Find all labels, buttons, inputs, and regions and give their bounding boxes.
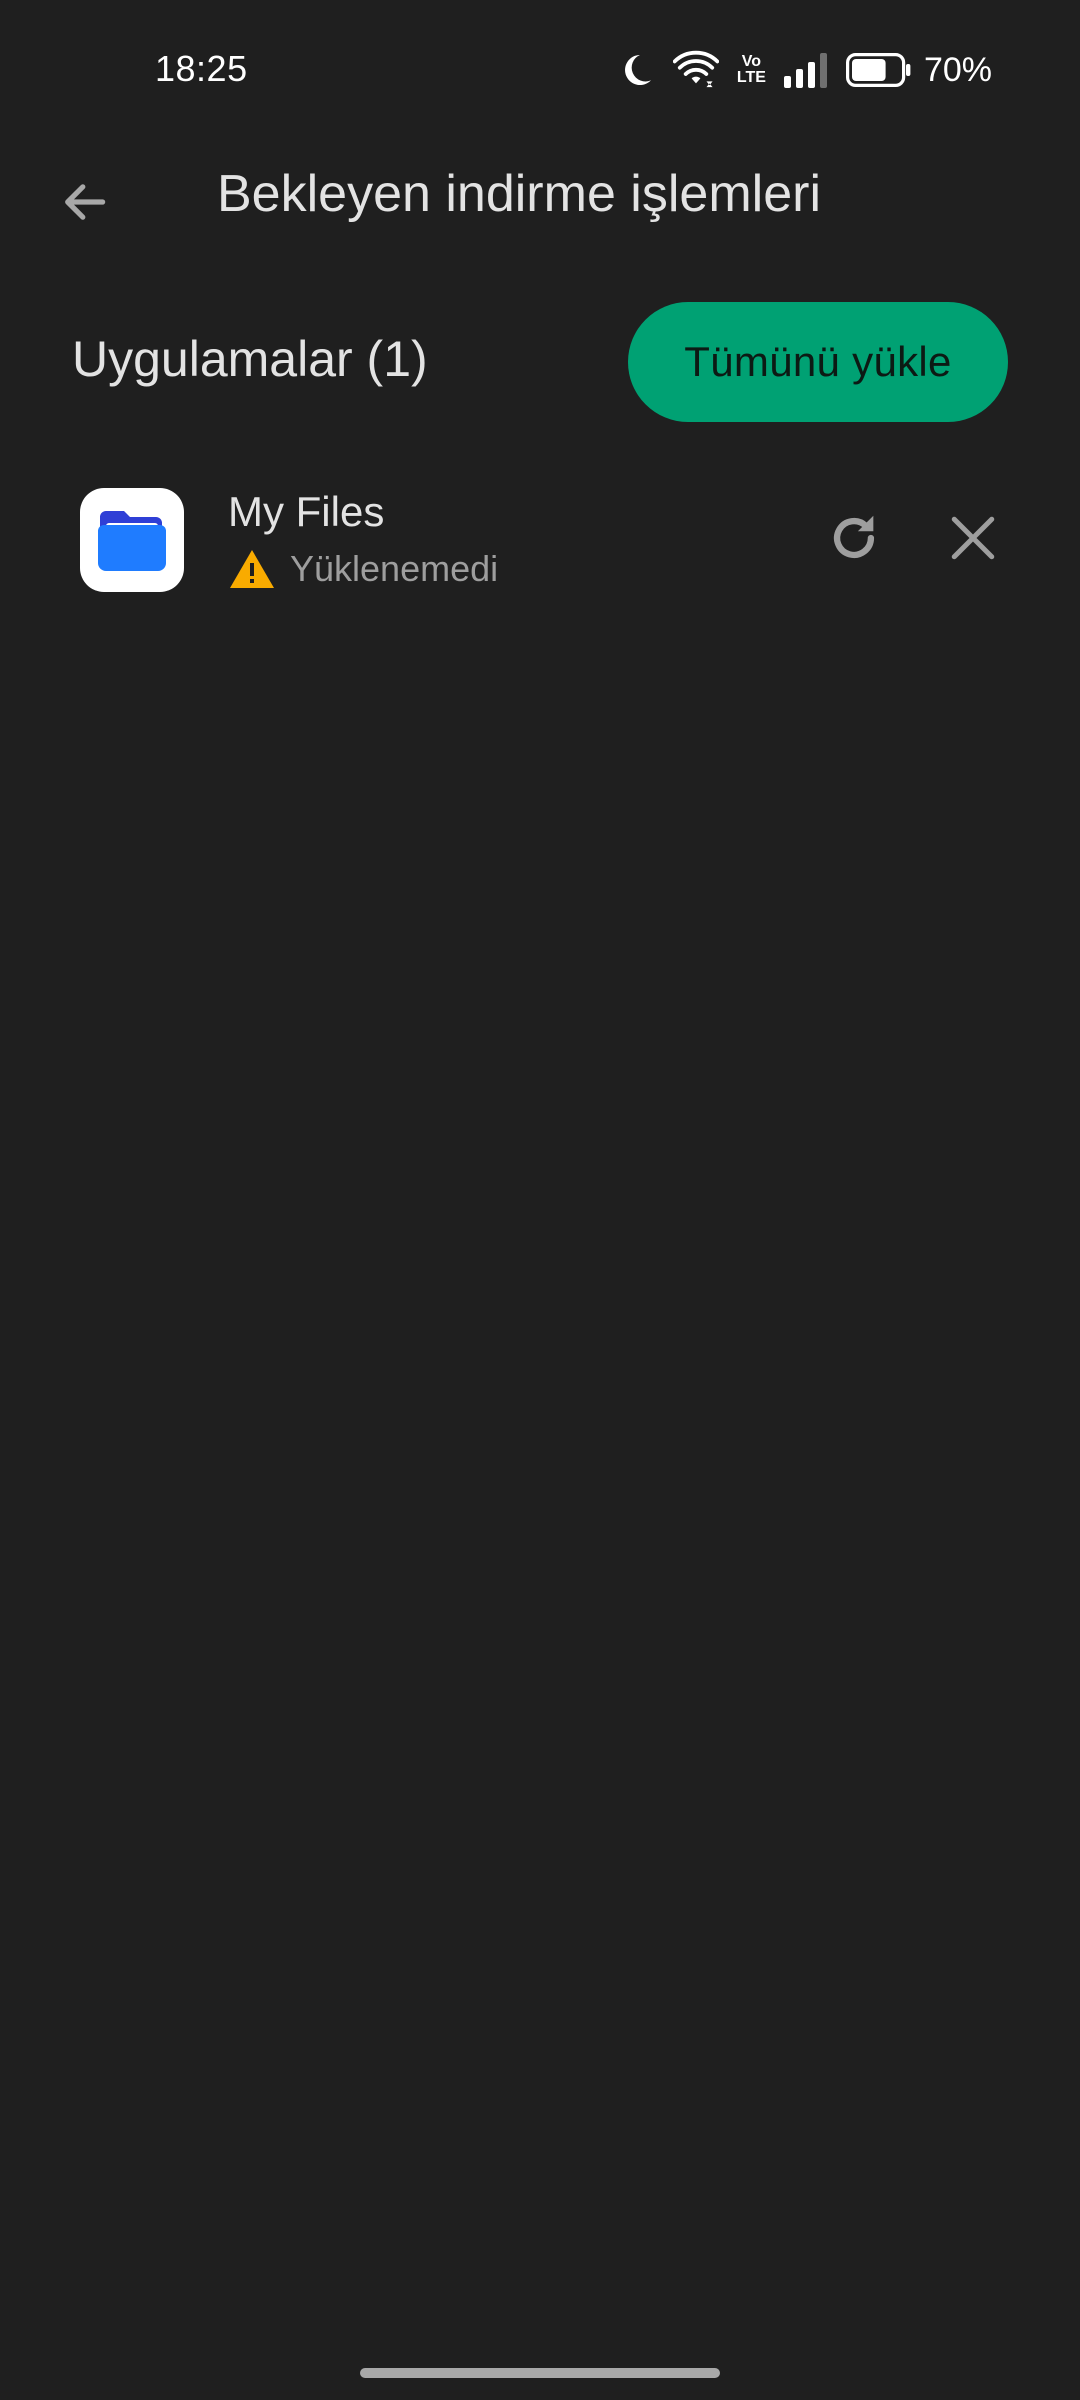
status-bar: 18:25 Vo LTE 70% [0,0,1080,140]
retry-button[interactable] [816,500,892,576]
close-icon [951,516,995,560]
page-title: Bekleyen indirme işlemleri [217,165,821,223]
folder-icon [98,511,166,571]
volte-icon: Vo LTE [737,54,766,86]
app-icon [80,488,184,592]
volte-top-label: Vo [741,53,762,70]
retry-icon [833,515,875,559]
status-time: 18:25 [155,48,248,89]
moon-icon [617,51,655,89]
back-button[interactable] [48,166,120,238]
section-header: Uygulamalar (1) Tümünü yükle [0,300,1080,422]
app-bar: Bekleyen indirme işlemleri [0,140,1080,250]
signal-icon [783,52,828,88]
battery-percent: 70% [923,50,992,89]
app-status: Yüklenemedi [228,548,498,590]
section-title: Uygulamalar (1) [72,331,428,387]
arrow-back-icon [65,184,106,220]
warning-icon [230,550,274,588]
app-name: My Files [228,488,385,535]
volte-bottom-label: LTE [736,69,766,86]
cancel-button[interactable] [935,500,1011,576]
gesture-bar[interactable] [360,2368,720,2378]
status-icons: Vo LTE 70% [617,48,992,92]
list-item[interactable]: My Files Yüklenemedi [0,470,1080,610]
wifi-icon [672,50,719,90]
app-status-text: Yüklenemedi [290,548,499,589]
battery-icon [845,53,912,87]
install-all-button[interactable]: Tümünü yükle [628,302,1008,422]
